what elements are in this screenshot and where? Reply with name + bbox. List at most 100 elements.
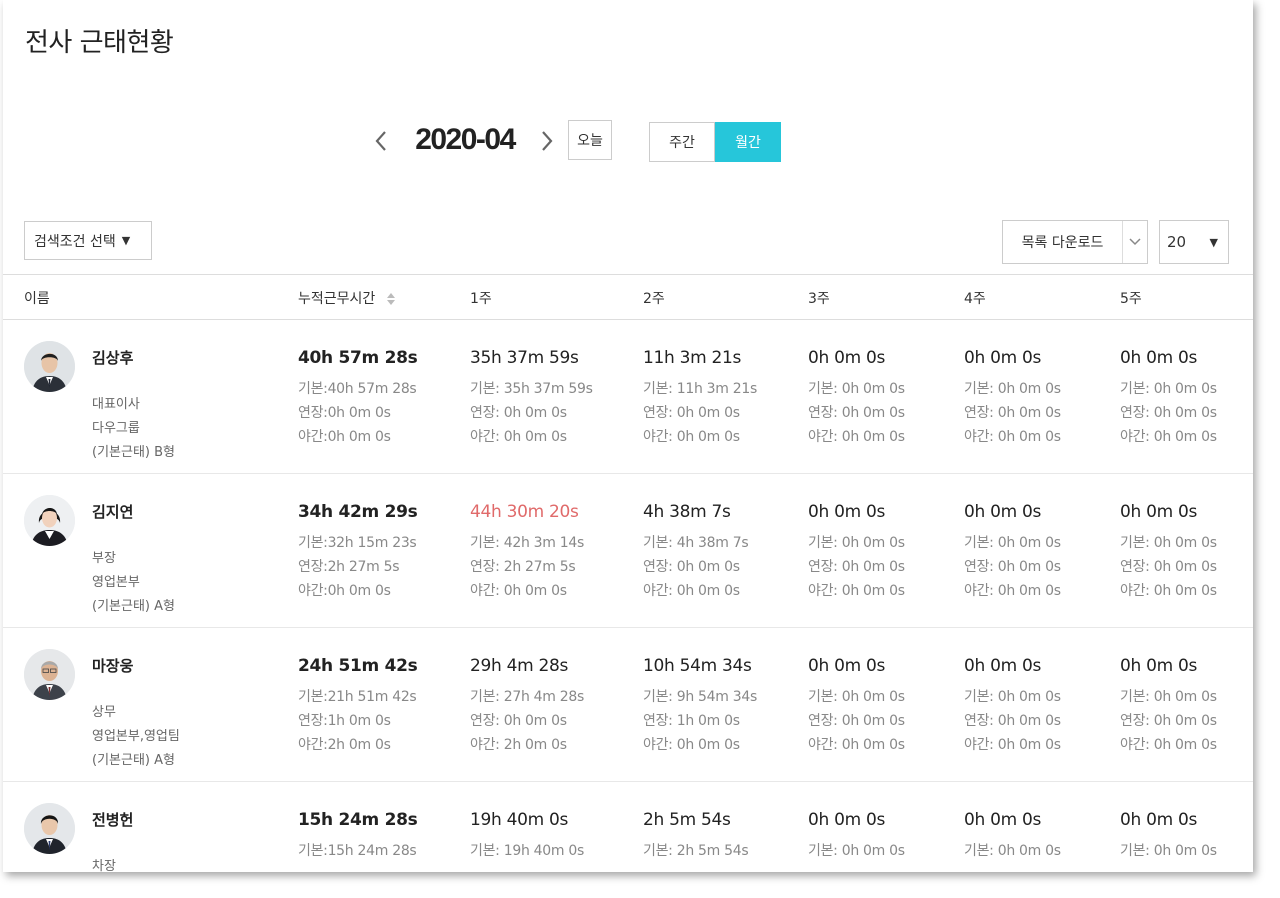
w5-main-time: 0h 0m 0s	[1120, 502, 1198, 522]
chevron-right-icon	[542, 131, 553, 151]
weekly-view-button[interactable]: 주간	[649, 122, 715, 162]
w2-time-breakdown: 기본: 9h 54m 34s 연장: 1h 0m 0s 야간: 0h 0m 0s	[643, 685, 757, 757]
total-main-time: 24h 51m 42s	[298, 656, 418, 676]
attendance-page: 전사 근태현황 2020-04 오늘 주간 월간 검색조건 선택 ▼ 목록 다운…	[3, 0, 1253, 872]
w3-time-cell: 0h 0m 0s 기본: 0h 0m 0s 연장: 0h 0m 0s 야간: 0…	[808, 346, 905, 449]
w1-time-breakdown: 기본: 42h 3m 14s 연장: 2h 27m 5s 야간: 0h 0m 0…	[470, 531, 584, 603]
w2-time-breakdown: 기본: 11h 3m 21s 연장: 0h 0m 0s 야간: 0h 0m 0s	[643, 377, 757, 449]
base-time: 기본: 11h 3m 21s	[643, 381, 757, 397]
base-time: 기본: 42h 3m 14s	[470, 535, 584, 551]
night-time: 야간: 0h 0m 0s	[808, 737, 905, 753]
base-time: 기본: 0h 0m 0s	[808, 689, 905, 705]
w4-time-cell: 0h 0m 0s 기본: 0h 0m 0s 연장: 0h 0m 0s 야간: 0…	[964, 346, 1061, 449]
night-time: 야간: 0h 0m 0s	[1120, 737, 1217, 753]
w4-time-breakdown: 기본: 0h 0m 0s 연장: 0h 0m 0s 야간: 0h 0m 0s	[964, 377, 1061, 449]
w3-time-breakdown: 기본: 0h 0m 0s 연장: 0h 0m 0s 야간: 0h 0m 0s	[808, 377, 905, 449]
view-toggle: 주간 월간	[649, 122, 781, 162]
base-time: 기본:15h 24m 28s	[298, 843, 417, 859]
w3-time-breakdown: 기본: 0h 0m 0s	[808, 839, 905, 863]
night-time: 야간: 0h 0m 0s	[1120, 583, 1217, 599]
employee-worktype: (기본근태) B형	[92, 445, 175, 460]
employee-name[interactable]: 김지연	[92, 501, 133, 522]
next-period-button[interactable]	[536, 124, 558, 158]
employee-name[interactable]: 김상후	[92, 347, 133, 368]
w2-main-time: 10h 54m 34s	[643, 656, 752, 676]
w5-main-time: 0h 0m 0s	[1120, 348, 1198, 368]
current-period: 2020-04	[415, 123, 516, 156]
night-time: 야간: 0h 0m 0s	[964, 737, 1061, 753]
overtime: 연장: 0h 0m 0s	[470, 713, 567, 729]
night-time: 야간: 0h 0m 0s	[964, 429, 1061, 445]
w4-time-cell: 0h 0m 0s 기본: 0h 0m 0s 연장: 0h 0m 0s 야간: 0…	[964, 654, 1061, 757]
total-main-time: 15h 24m 28s	[298, 810, 418, 830]
total-time-breakdown: 기본:32h 15m 23s 연장:2h 27m 5s 야간:0h 0m 0s	[298, 531, 417, 603]
table-row[interactable]: 김상후 대표이사 다우그룹 (기본근태) B형 40h 57m 28s 기본:4…	[3, 320, 1253, 474]
page-title: 전사 근태현황	[25, 28, 174, 58]
total-time-cell: 24h 51m 42s 기본:21h 51m 42s 연장:1h 0m 0s 야…	[298, 654, 418, 757]
w2-time-cell: 4h 38m 7s 기본: 4h 38m 7s 연장: 0h 0m 0s 야간:…	[643, 500, 749, 603]
col-header-week4: 4주	[964, 291, 986, 307]
table-header: 이름 누적근무시간 1주 2주 3주 4주 5주	[3, 274, 1253, 320]
base-time: 기본: 0h 0m 0s	[808, 843, 905, 859]
attendance-table: 이름 누적근무시간 1주 2주 3주 4주 5주 김상후 대표이사 다우그룹 (…	[3, 274, 1253, 872]
overtime: 연장: 0h 0m 0s	[1120, 559, 1217, 575]
chevron-down-icon[interactable]	[1123, 221, 1147, 263]
w4-main-time: 0h 0m 0s	[964, 502, 1042, 522]
avatar	[24, 341, 75, 392]
avatar	[24, 495, 75, 546]
base-time: 기본: 0h 0m 0s	[808, 381, 905, 397]
night-time: 야간: 0h 0m 0s	[964, 583, 1061, 599]
overtime: 연장: 0h 0m 0s	[808, 559, 905, 575]
base-time: 기본: 27h 4m 28s	[470, 689, 584, 705]
employee-department: 영업본부	[92, 575, 140, 590]
w5-time-cell: 0h 0m 0s 기본: 0h 0m 0s 연장: 0h 0m 0s 야간: 0…	[1120, 654, 1217, 757]
w4-time-breakdown: 기본: 0h 0m 0s	[964, 839, 1061, 863]
col-header-week3: 3주	[808, 291, 830, 307]
employee-meta: 차장	[92, 855, 116, 872]
overtime: 연장: 0h 0m 0s	[808, 405, 905, 421]
table-row[interactable]: 마장웅 상무 영업본부,영업팀 (기본근태) A형 24h 51m 42s 기본…	[3, 628, 1253, 782]
night-time: 야간:0h 0m 0s	[298, 583, 391, 599]
employee-name[interactable]: 마장웅	[92, 655, 133, 676]
sort-icon[interactable]	[386, 292, 396, 306]
employee-meta: 부장 영업본부 (기본근태) A형	[92, 547, 175, 619]
search-filter-select[interactable]: 검색조건 선택 ▼	[24, 221, 152, 260]
employee-meta: 대표이사 다우그룹 (기본근태) B형	[92, 393, 175, 465]
base-time: 기본: 0h 0m 0s	[1120, 535, 1217, 551]
w1-time-cell: 44h 30m 20s 기본: 42h 3m 14s 연장: 2h 27m 5s…	[470, 500, 584, 603]
col-header-total[interactable]: 누적근무시간	[298, 288, 396, 308]
today-button[interactable]: 오늘	[568, 120, 612, 160]
prev-period-button[interactable]	[370, 124, 392, 158]
col-header-week5: 5주	[1120, 291, 1142, 307]
w1-main-time: 35h 37m 59s	[470, 348, 579, 368]
page-size-select[interactable]: 20 ▼	[1159, 220, 1229, 264]
w4-main-time: 0h 0m 0s	[964, 348, 1042, 368]
download-list-button[interactable]: 목록 다운로드	[1002, 220, 1148, 264]
overtime: 연장: 1h 0m 0s	[643, 713, 740, 729]
w2-time-breakdown: 기본: 2h 5m 54s	[643, 839, 749, 863]
night-time: 야간: 0h 0m 0s	[643, 737, 740, 753]
w5-time-cell: 0h 0m 0s 기본: 0h 0m 0s 연장: 0h 0m 0s 야간: 0…	[1120, 346, 1217, 449]
night-time: 야간: 0h 0m 0s	[643, 429, 740, 445]
base-time: 기본: 0h 0m 0s	[1120, 843, 1217, 859]
monthly-view-button[interactable]: 월간	[715, 122, 781, 162]
night-time: 야간: 0h 0m 0s	[808, 583, 905, 599]
employee-name[interactable]: 전병헌	[92, 809, 133, 830]
col-header-total-label: 누적근무시간	[298, 291, 376, 307]
overtime: 연장: 2h 27m 5s	[470, 559, 576, 575]
table-body: 김상후 대표이사 다우그룹 (기본근태) B형 40h 57m 28s 기본:4…	[3, 320, 1253, 872]
overtime: 연장: 0h 0m 0s	[643, 559, 740, 575]
w5-time-cell: 0h 0m 0s 기본: 0h 0m 0s	[1120, 808, 1217, 863]
download-list-label: 목록 다운로드	[1003, 221, 1123, 263]
chevron-left-icon	[375, 131, 386, 151]
base-time: 기본: 0h 0m 0s	[964, 535, 1061, 551]
table-row[interactable]: 김지연 부장 영업본부 (기본근태) A형 34h 42m 29s 기본:32h…	[3, 474, 1253, 628]
w1-time-breakdown: 기본: 19h 40m 0s	[470, 839, 584, 863]
table-row[interactable]: 전병헌 차장 15h 24m 28s 기본:15h 24m 28s 19h 40…	[3, 782, 1253, 872]
night-time: 야간: 0h 0m 0s	[470, 583, 567, 599]
w3-time-cell: 0h 0m 0s 기본: 0h 0m 0s 연장: 0h 0m 0s 야간: 0…	[808, 654, 905, 757]
overtime: 연장:0h 0m 0s	[298, 405, 391, 421]
employee-position: 상무	[92, 705, 116, 720]
overtime: 연장: 0h 0m 0s	[1120, 405, 1217, 421]
avatar	[24, 803, 75, 854]
